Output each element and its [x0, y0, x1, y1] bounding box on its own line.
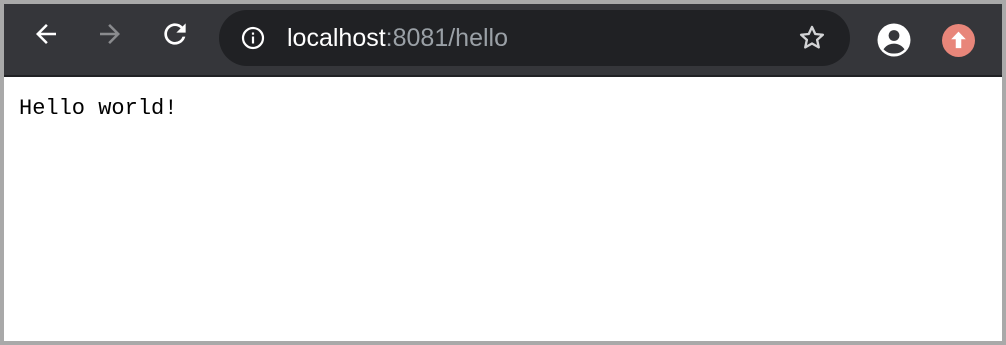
- star-icon[interactable]: [797, 23, 827, 53]
- url-host: localhost: [287, 24, 386, 52]
- back-button[interactable]: [29, 17, 63, 51]
- reload-icon: [164, 23, 186, 45]
- page-body-text: Hello world!: [19, 96, 178, 121]
- update-icon[interactable]: [942, 24, 975, 57]
- account-icon[interactable]: [876, 22, 912, 58]
- address-bar[interactable]: localhost:8081/hello: [219, 10, 850, 66]
- info-icon[interactable]: [241, 26, 265, 50]
- browser-toolbar: localhost:8081/hello: [4, 4, 1002, 75]
- reload-button[interactable]: [158, 17, 192, 51]
- forward-button[interactable]: [93, 17, 127, 51]
- arrow-left-icon: [36, 24, 56, 44]
- page-content: Hello world!: [4, 77, 1002, 341]
- browser-window: localhost:8081/hello Hello world!: [0, 0, 1006, 345]
- url-path: :8081/hello: [385, 24, 508, 52]
- url-text[interactable]: localhost:8081/hello: [287, 10, 508, 66]
- arrow-right-icon: [100, 24, 120, 44]
